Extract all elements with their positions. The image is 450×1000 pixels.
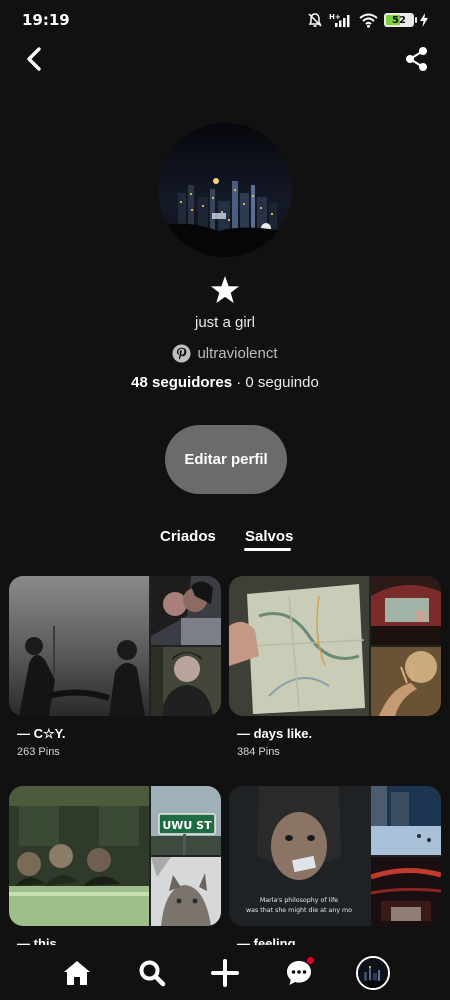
profile-avatar-icon [358, 958, 388, 988]
edit-profile-button[interactable]: Editar perfil [165, 425, 287, 494]
star-icon [211, 276, 239, 303]
board-pin-count: 263 Pins [17, 746, 60, 758]
status-bar: 19:19 H+ 52 [0, 0, 450, 40]
board-pin-count: 384 Pins [237, 746, 280, 758]
board-cover-image-hand-sunlight [371, 647, 441, 716]
active-tab-indicator [244, 548, 291, 551]
following-count[interactable]: 0 seguindo [245, 374, 318, 391]
chevron-left-icon [27, 47, 41, 71]
nav-messages[interactable] [283, 957, 315, 989]
nav-profile[interactable] [356, 956, 390, 990]
wifi-icon [359, 13, 378, 28]
share-button[interactable] [404, 44, 430, 74]
status-time: 19:19 [22, 11, 70, 29]
profile-avatar[interactable] [158, 123, 292, 257]
signal-icon: H+ [329, 13, 350, 27]
board-cover-image-cat [151, 857, 221, 926]
board-cover-image-portrait [151, 647, 221, 716]
bell-off-icon [308, 13, 322, 27]
tab-salvos[interactable]: Salvos [245, 528, 293, 545]
follow-stats: 48 seguidores · 0 seguindo [0, 374, 450, 391]
board-cover [9, 576, 221, 716]
plus-icon [211, 959, 239, 987]
board-title: — days like. [237, 726, 313, 741]
city-night-avatar [158, 123, 292, 257]
board-cover [229, 576, 441, 716]
board-cover-image-movie-still: Marla's philosophy of life was that she … [229, 786, 369, 926]
pinterest-logo-icon [172, 344, 191, 363]
board-cover-image-kiss [151, 576, 221, 645]
nav-create[interactable] [209, 957, 241, 989]
notification-dot [307, 957, 314, 964]
nav-home[interactable] [61, 957, 93, 989]
movie-caption-line-2: was that she might die at any mo [246, 907, 352, 914]
username-row: ultraviolenct [0, 344, 450, 363]
charging-icon [420, 13, 428, 27]
nav-search[interactable] [136, 957, 168, 989]
network-type-label: H+ [329, 13, 341, 21]
board-cover-image-map [229, 576, 369, 716]
board-cover: Marla's philosophy of life was that she … [229, 786, 441, 926]
battery-icon: 52 [384, 13, 417, 27]
share-icon [406, 47, 427, 71]
board-cover-image-car [371, 576, 441, 645]
board-cover-image-group-green [9, 786, 149, 926]
display-name: just a girl [194, 314, 256, 331]
followers-count[interactable]: 48 seguidores [131, 374, 232, 391]
back-button[interactable] [20, 44, 48, 74]
board-cover: UWU ST [9, 786, 221, 926]
battery-level: 52 [392, 14, 406, 26]
status-icons: H+ 52 [307, 11, 428, 29]
board-cover-image-foggy-night [9, 576, 149, 716]
street-sign-text: UWU ST [162, 819, 212, 832]
search-icon [139, 960, 166, 987]
movie-caption-line-1: Marla's philosophy of life [260, 897, 338, 904]
tab-criados[interactable]: Criados [160, 528, 216, 545]
board-cover-image-night-lights [371, 857, 441, 926]
board-title: — C☆Y. [17, 726, 66, 741]
username[interactable]: ultraviolenct [197, 345, 277, 362]
stats-separator: · [232, 374, 246, 391]
board-cover-image-snow-street [371, 786, 441, 855]
home-icon [64, 961, 90, 985]
bottom-navigation [0, 945, 450, 1000]
board-cover-image-street-sign: UWU ST [151, 786, 221, 855]
